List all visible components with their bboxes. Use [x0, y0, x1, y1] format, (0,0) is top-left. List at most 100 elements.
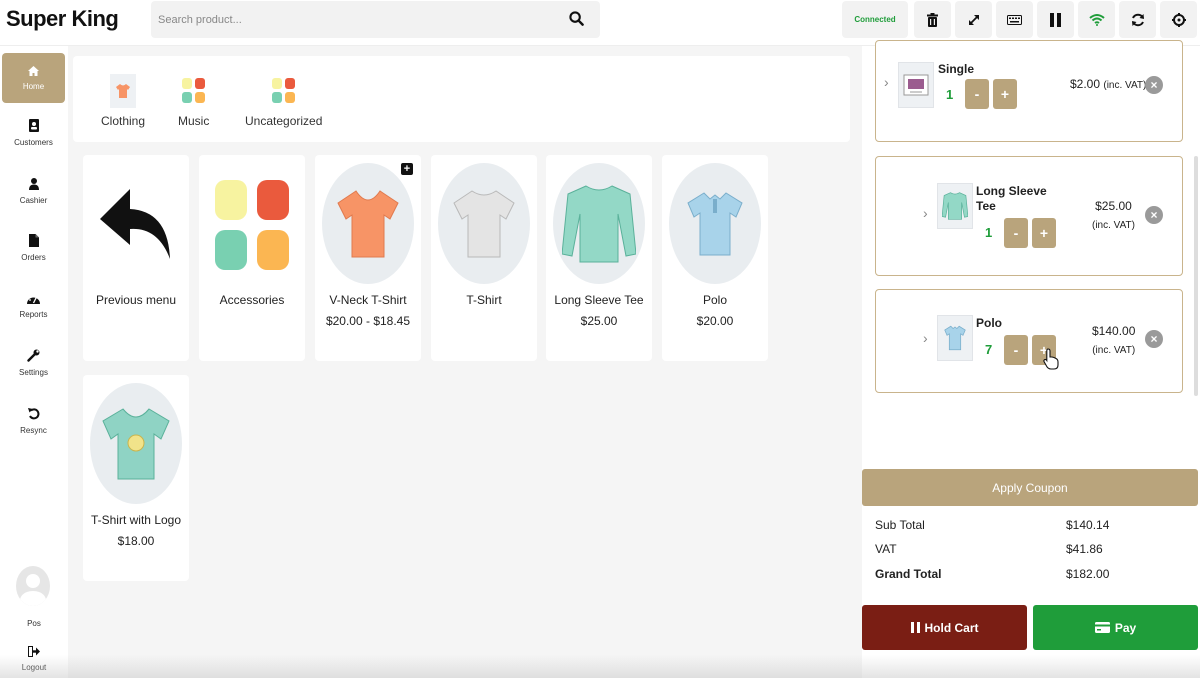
increase-qty-button[interactable]: + [993, 79, 1017, 109]
search-icon[interactable] [569, 11, 584, 31]
cart-item-single: › Single 1 - + $2.00 (inc. VAT) × [875, 40, 1183, 142]
keyboard-icon [1007, 14, 1022, 25]
document-icon [28, 234, 39, 247]
uncategorized-thumbnail [271, 74, 297, 108]
cart-item-price: $25.00 (inc. VAT) [1092, 197, 1135, 235]
wifi-icon [1088, 14, 1105, 26]
variable-product-icon: + [401, 163, 413, 175]
pause-button[interactable] [1037, 1, 1074, 38]
grand-total-label: Grand Total [875, 567, 942, 581]
settings-icon [1171, 12, 1186, 27]
product-card-accessories[interactable]: Accessories [199, 155, 305, 361]
cart-item-price: $140.00 (inc. VAT) [1092, 322, 1135, 360]
chevron-right-icon[interactable]: › [923, 205, 928, 221]
decrease-qty-button[interactable]: - [1004, 218, 1028, 248]
contacts-icon [28, 119, 39, 132]
sidebar-item-customers[interactable]: Customers [2, 108, 65, 158]
v-neck-tshirt-image [322, 163, 414, 284]
cart-item-price: $2.00 (inc. VAT) [1070, 75, 1146, 95]
product-card-previous-menu[interactable]: Previous menu [83, 155, 189, 361]
fullscreen-button[interactable] [955, 1, 992, 38]
product-name: T-Shirt [466, 293, 502, 307]
chevron-right-icon[interactable]: › [923, 330, 928, 346]
cart-item-thumbnail [937, 183, 973, 229]
user-name: Pos [27, 619, 41, 628]
home-icon [28, 65, 39, 76]
category-label: Uncategorized [245, 114, 323, 128]
sidebar-item-home[interactable]: Home [2, 53, 65, 103]
category-uncategorized[interactable]: Uncategorized [245, 74, 322, 128]
logout-button[interactable]: Logout [0, 646, 68, 672]
product-card-long-sleeve-tee[interactable]: Long Sleeve Tee $25.00 [546, 155, 652, 361]
sidebar-item-label: Cashier [19, 195, 48, 205]
product-name: Long Sleeve Tee [554, 293, 644, 307]
product-price: $20.00 - $18.45 [325, 314, 411, 328]
hold-cart-button[interactable]: Hold Cart [862, 605, 1027, 650]
cart-item-thumbnail [937, 315, 973, 361]
search-box [151, 1, 600, 38]
increase-qty-button[interactable]: + [1032, 218, 1056, 248]
remove-item-icon[interactable]: × [1145, 76, 1163, 94]
cart-item-price-value: $25.00 [1095, 199, 1132, 213]
product-price: $18.00 [117, 534, 155, 548]
search-input[interactable] [151, 1, 551, 38]
pay-button[interactable]: Pay [1033, 605, 1198, 650]
trash-icon [927, 12, 938, 27]
sidebar: Home Customers Cashier Orders Reports Se… [0, 46, 68, 678]
pause-icon [910, 622, 920, 633]
subtotal-row: Sub Total $140.14 [875, 518, 1175, 532]
mouse-cursor [1043, 348, 1059, 375]
wifi-button[interactable] [1078, 1, 1115, 38]
grand-total-row: Grand Total $182.00 [875, 567, 1175, 581]
product-card-polo[interactable]: Polo $20.00 [662, 155, 768, 361]
vat-note: (inc. VAT) [1103, 80, 1147, 91]
product-name: V-Neck T-Shirt [329, 293, 407, 307]
category-music[interactable]: Music [178, 74, 209, 128]
refresh-button[interactable] [1119, 1, 1156, 38]
cart-item-price-value: $140.00 [1092, 324, 1136, 338]
tshirt-image [438, 163, 530, 284]
settings-button[interactable] [1160, 1, 1197, 38]
sidebar-item-label: Home [22, 81, 45, 91]
back-arrow-icon [90, 163, 182, 284]
subtotal-value: $140.14 [1066, 518, 1110, 532]
sidebar-item-label: Orders [21, 253, 46, 262]
cart-item-qty: 1 [946, 87, 954, 102]
product-card-t-shirt-with-logo[interactable]: T-Shirt with Logo $18.00 [83, 375, 189, 581]
product-name: Polo [702, 293, 728, 307]
logout-icon [28, 646, 40, 657]
sidebar-item-orders[interactable]: Orders [2, 223, 65, 273]
product-card-t-shirt[interactable]: T-Shirt [431, 155, 537, 361]
vat-row: VAT $41.86 [875, 542, 1175, 556]
apply-coupon-button[interactable]: Apply Coupon [862, 469, 1198, 506]
cart-item-thumbnail [898, 62, 934, 108]
remove-item-icon[interactable]: × [1145, 330, 1163, 348]
cart-scrollbar[interactable] [1194, 156, 1198, 396]
keyboard-button[interactable] [996, 1, 1033, 38]
category-clothing[interactable]: Clothing [101, 74, 145, 128]
sidebar-item-settings[interactable]: Settings [2, 338, 65, 388]
cart-item-name-line: Long Sleeve [976, 184, 1047, 198]
category-bar: Clothing Music Uncategorized [73, 56, 850, 142]
product-name: T-Shirt with Logo [90, 513, 182, 527]
clear-cart-button[interactable] [914, 1, 951, 38]
vat-value: $41.86 [1066, 542, 1103, 556]
grand-total-value: $182.00 [1066, 567, 1110, 581]
sidebar-item-cashier[interactable]: Cashier [2, 166, 65, 216]
product-name: Previous menu [95, 293, 177, 307]
music-thumbnail [181, 74, 207, 108]
sidebar-item-reports[interactable]: Reports [2, 281, 65, 331]
decrease-qty-button[interactable]: - [1004, 335, 1028, 365]
cart-item-long-sleeve-tee: › Long Sleeve Tee 1 - + $25.00 (inc. VAT… [875, 156, 1183, 276]
logout-label: Logout [21, 663, 47, 672]
subtotal-label: Sub Total [875, 518, 925, 532]
vat-note: (inc. VAT) [1092, 345, 1136, 356]
product-card-v-neck-t-shirt[interactable]: + V-Neck T-Shirt $20.00 - $18.45 [315, 155, 421, 361]
cart-item-price-value: $2.00 [1070, 77, 1101, 91]
avatar[interactable] [16, 566, 50, 606]
cart-panel: › Single 1 - + $2.00 (inc. VAT) × › Long… [862, 40, 1200, 678]
sidebar-item-resync[interactable]: Resync [2, 396, 65, 446]
remove-item-icon[interactable]: × [1145, 206, 1163, 224]
chevron-right-icon[interactable]: › [884, 74, 889, 90]
decrease-qty-button[interactable]: - [965, 79, 989, 109]
